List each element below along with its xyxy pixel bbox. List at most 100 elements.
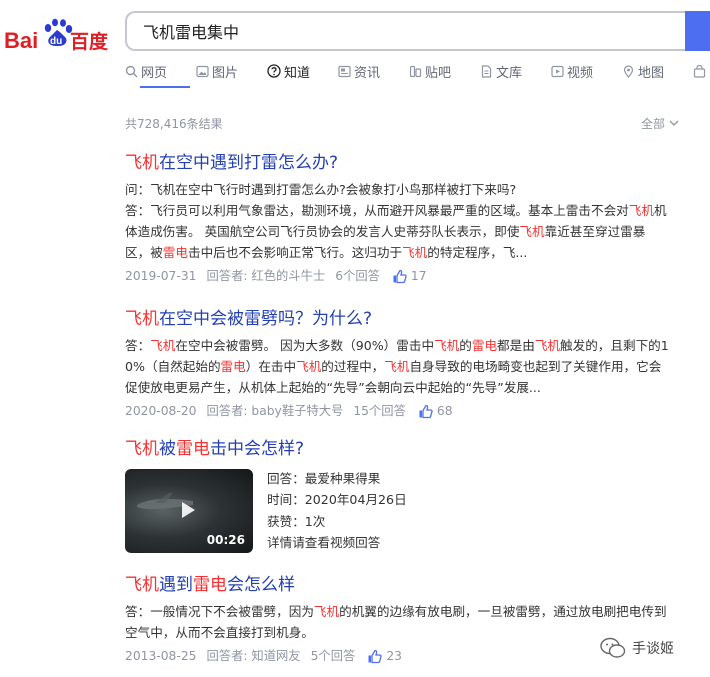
watermark-text: 手谈姬 — [632, 641, 674, 657]
paw-icon: du — [44, 18, 73, 47]
text-segment: 在空中会被雷劈。 因为大多数（90%）雷击中 — [175, 338, 435, 353]
video-thumbnail[interactable]: 00:26 — [125, 469, 253, 553]
keyword-highlight: 雷电 — [471, 338, 498, 353]
tab-label: 知道 — [284, 65, 311, 81]
text-segment: 促使放电更易产生，从机体上起始的“先导”会朝向云中起始的“先导”发展... — [125, 380, 541, 395]
text-segment: 答： — [125, 338, 151, 353]
baidu-logo[interactable]: Bai du 百度 — [4, 18, 110, 58]
like-button[interactable]: 17 — [392, 266, 427, 286]
result-answer-count[interactable]: 15个回答 — [353, 401, 406, 421]
text-segment: 空气中，从而不会直接打到机身。 — [125, 625, 314, 640]
text-segment: 的特定程序，飞... — [427, 245, 528, 260]
tab-label: 资讯 — [354, 65, 381, 81]
chevron-down-icon — [669, 120, 679, 126]
filter-dropdown[interactable]: 全部 — [641, 115, 679, 132]
tab-web[interactable]: 网页 — [125, 60, 167, 82]
result-answer-line: 区，被雷电击中后也不会影响正常飞行。这归功于飞机的特定程序，飞... — [125, 242, 695, 263]
result-date: 2019-07-31 — [125, 269, 197, 283]
bag-icon — [693, 64, 706, 78]
result-answer-count[interactable]: 6个回答 — [335, 266, 380, 286]
search-input[interactable] — [125, 11, 685, 51]
like-count: 23 — [386, 649, 402, 663]
result-title[interactable]: 飞机遇到雷电会怎么样 — [125, 573, 695, 597]
image-icon — [196, 65, 209, 77]
video-details-link[interactable]: 详情请查看视频回答 — [267, 532, 407, 553]
like-button[interactable]: 23 — [367, 646, 402, 666]
title-highlight: 飞机 — [125, 575, 159, 595]
keyword-highlight: 飞机 — [402, 245, 428, 260]
title-highlight: 飞机 — [125, 153, 159, 173]
tab-map[interactable]: 地图 — [622, 60, 664, 82]
title-text: 遇到 — [159, 575, 193, 595]
title-highlight: 飞机 — [125, 439, 159, 459]
result-meta: 2019-07-31 回答者: 红色的斗牛士 6个回答 17 — [125, 266, 695, 286]
title-highlight: 飞机 — [125, 309, 159, 329]
result-question: 问：飞机在空中飞行时遇到打雷怎么办?会被象打小鸟那样被打下来吗? — [125, 182, 517, 197]
result-answerer[interactable]: 回答者: 红色的斗牛士 — [206, 266, 325, 286]
result-title[interactable]: 飞机被雷电击中会怎样? — [125, 437, 695, 461]
text-segment: 答：一般情况下不会被雷劈，因为 — [125, 604, 314, 619]
like-button[interactable]: 68 — [418, 401, 453, 421]
tab-label: 贴吧 — [425, 65, 452, 81]
filter-label: 全部 — [641, 117, 666, 131]
logo-text-baidu-cn: 百度 — [70, 30, 109, 53]
video-info: 回答：最爱种果得果 时间：2020年04月26日 获赞：1次 详情请查看视频回答 — [267, 468, 407, 553]
thumbs-up-icon — [368, 649, 383, 663]
title-highlight: 雷电 — [193, 575, 227, 595]
text-segment: 靠近甚至穿过雷暴 — [544, 224, 646, 239]
text-segment: 体造成伤害。 英国航空公司飞行员协会的发言人史蒂芬队长表示，即使 — [125, 224, 520, 239]
tab-more[interactable] — [693, 60, 706, 82]
video-icon — [551, 65, 564, 77]
wechat-icon — [600, 637, 626, 658]
result-title[interactable]: 飞机在空中遇到打雷怎么办? — [125, 151, 695, 175]
result-meta: 2020-08-20 回答者: baby鞋子特大号 15个回答 68 — [125, 401, 695, 421]
text-segment: 的过程中， — [321, 359, 385, 374]
text-segment: 答：飞行员可以利用气象雷达，勘测环境，从而避开风暴最严重的区域。基本上雷击不会对 — [125, 203, 629, 218]
title-highlight: 雷电 — [176, 439, 210, 459]
result-answerer[interactable]: 回答者: 知道网友 — [206, 646, 300, 666]
news-icon — [338, 65, 351, 77]
keyword-highlight: 飞机 — [384, 359, 410, 374]
tab-label: 地图 — [638, 65, 665, 81]
text-segment: 触发的，且剩下的1 — [560, 338, 669, 353]
result-answerer[interactable]: 回答者: baby鞋子特大号 — [206, 401, 343, 421]
result-answer-line: 0%（自然起始的雷电）在击中飞机的过程中，飞机自身导致的电场畸变也起到了关键作用… — [125, 356, 695, 377]
search-icon — [125, 65, 138, 77]
thumbs-up-icon — [419, 404, 433, 418]
text-segment: 击中后也不会影响正常飞行。这归功于 — [187, 245, 403, 260]
result-answer-line: 促使放电更易产生，从机体上起始的“先导”会朝向云中起始的“先导”发展... — [125, 377, 695, 398]
tab-video[interactable]: 视频 — [551, 60, 593, 82]
tab-label: 网页 — [141, 65, 168, 81]
tab-tieba[interactable]: 贴吧 — [409, 60, 451, 82]
tieba-icon — [409, 65, 422, 77]
watermark: 手谈姬 — [600, 637, 674, 659]
result-answer-count[interactable]: 5个回答 — [311, 646, 356, 666]
text-segment: 机 — [653, 203, 667, 218]
keyword-highlight: 飞机 — [296, 359, 322, 374]
keyword-highlight: 雷电 — [220, 359, 246, 374]
title-text: 击中会怎样? — [210, 439, 305, 459]
result-item: 飞机在空中会被雷劈吗？为什么? 答：飞机在空中会被雷劈。 因为大多数（90%）雷… — [125, 307, 695, 421]
search-button[interactable] — [685, 11, 710, 51]
keyword-highlight: 雷电 — [162, 245, 188, 260]
tab-wenku[interactable]: 文库 — [480, 60, 522, 82]
baidu-logo-mark: Bai du 百度 — [4, 18, 109, 53]
keyword-highlight: 飞机 — [534, 338, 560, 353]
tab-news[interactable]: 资讯 — [338, 60, 380, 82]
document-icon — [481, 64, 492, 78]
title-text: 会怎么样 — [227, 575, 295, 595]
keyword-highlight: 飞机 — [150, 338, 176, 353]
title-text: 在空中遇到打雷怎么办? — [159, 153, 339, 173]
text-segment: 自身导致的电场畸变也起到了关键作用，它会 — [409, 359, 662, 374]
result-item: 飞机在空中遇到打雷怎么办? 问：飞机在空中飞行时遇到打雷怎么办?会被象打小鸟那样… — [125, 151, 695, 286]
tab-zhidao[interactable]: 知道 — [267, 60, 310, 82]
keyword-highlight: 飞机 — [434, 338, 460, 353]
result-answer-line: 体造成伤害。 英国航空公司飞行员协会的发言人史蒂芬队长表示，即使飞机靠近甚至穿过… — [125, 221, 695, 242]
result-title[interactable]: 飞机在空中会被雷劈吗？为什么? — [125, 307, 695, 331]
result-date: 2013-08-25 — [125, 649, 197, 663]
question-icon — [267, 64, 281, 78]
keyword-highlight: 飞机 — [519, 224, 545, 239]
video-likes: 获赞：1次 — [267, 513, 326, 529]
tab-images[interactable]: 图片 — [196, 60, 238, 82]
tab-label: 文库 — [496, 65, 523, 81]
